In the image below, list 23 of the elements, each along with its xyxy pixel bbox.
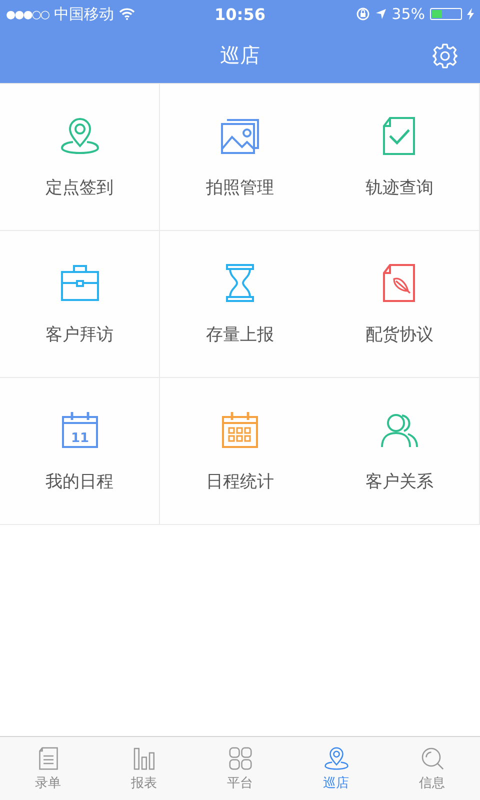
battery-percentage: 35% bbox=[392, 5, 425, 23]
menu-tile[interactable]: 客户关系 bbox=[320, 378, 480, 525]
wifi-icon bbox=[119, 8, 135, 20]
settings-icon[interactable] bbox=[432, 43, 458, 69]
menu-tile[interactable]: 客户拜访 bbox=[0, 231, 160, 378]
carrier-name: 中国移动 bbox=[54, 4, 114, 24]
search-icon bbox=[421, 747, 444, 770]
rotation-lock-icon bbox=[356, 7, 370, 21]
battery-icon bbox=[430, 8, 462, 20]
signal-strength: ●●●○○ bbox=[6, 8, 49, 20]
bar-chart-icon bbox=[133, 747, 154, 770]
menu-tile[interactable]: 定点签到 bbox=[0, 84, 160, 231]
charging-icon bbox=[467, 8, 474, 20]
location-arrow-icon bbox=[374, 8, 387, 20]
location-pin-icon bbox=[324, 746, 348, 770]
menu-tile[interactable]: 11 我的日程 bbox=[0, 378, 160, 525]
date-number: 11 bbox=[70, 430, 89, 446]
document-icon bbox=[38, 746, 58, 770]
menu-tile[interactable]: 配货协议 bbox=[320, 231, 480, 378]
menu-tile[interactable]: 轨迹查询 bbox=[320, 84, 480, 231]
clock-time: 10:56 bbox=[214, 4, 266, 24]
grid-icon bbox=[228, 746, 252, 770]
page-title: 巡店 bbox=[220, 42, 260, 69]
